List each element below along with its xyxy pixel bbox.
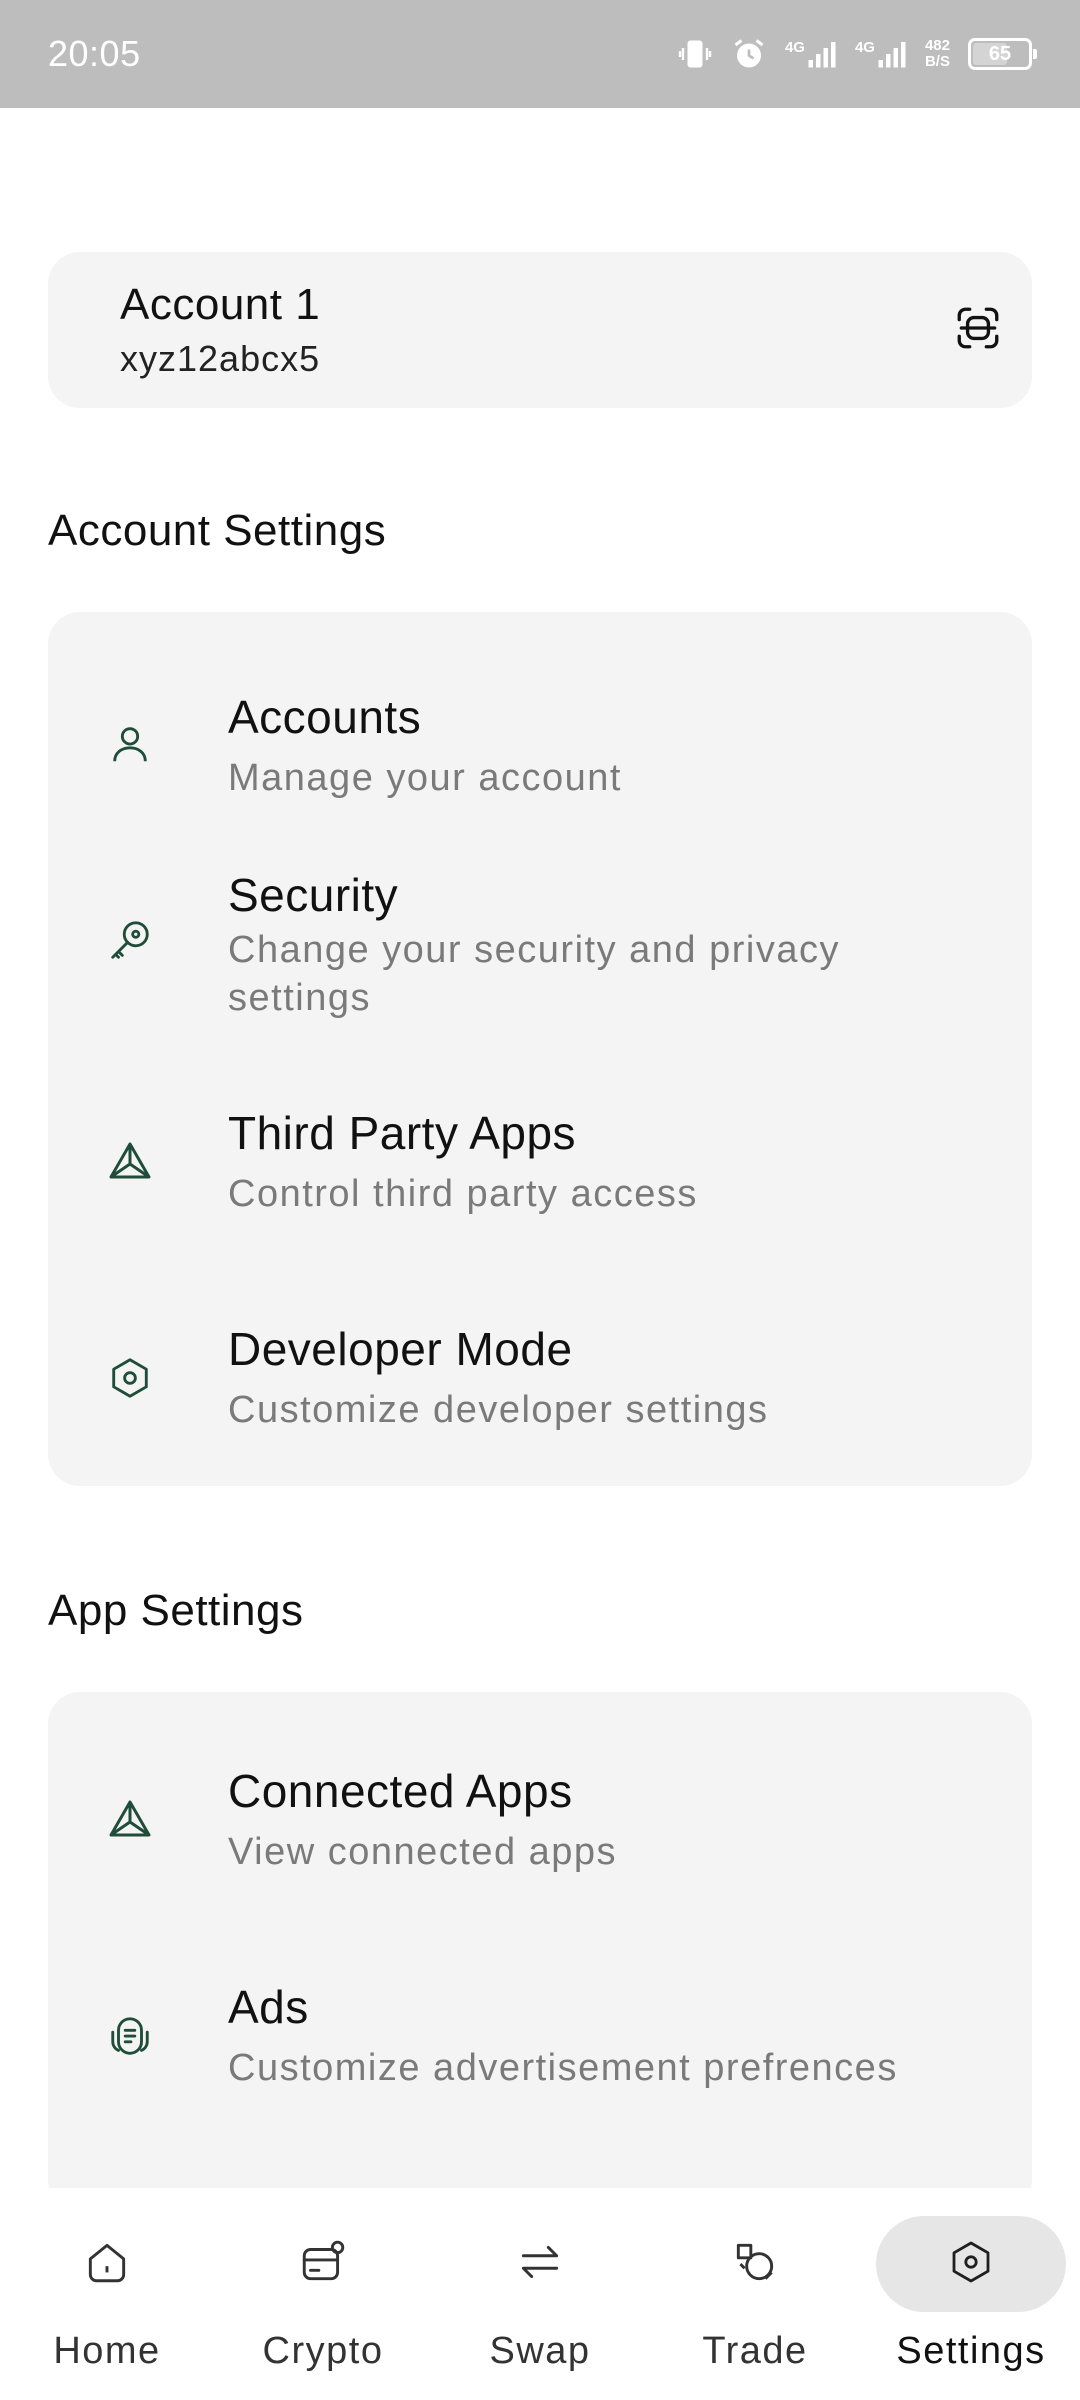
status-icons: 4G 4G 482 B/S 65 [677,36,1037,72]
scan-button[interactable] [946,298,1010,362]
nav-label: Settings [896,2330,1046,2372]
account-settings-title: Account Settings [48,506,387,555]
account-name: Account 1 [120,280,321,329]
nav-label: Swap [489,2330,591,2372]
nav-active-pill [876,2216,1066,2312]
settings-item-security[interactable]: Security Change your security and privac… [48,860,1032,1020]
battery-icon: 65 [968,38,1037,70]
bottom-nav: Home Crypto Swap Trade Settings [0,2188,1080,2400]
item-title: Ads [228,1981,309,2033]
item-title: Security [228,869,399,921]
triangle-apps-icon [104,1136,156,1188]
status-time: 20:05 [48,33,141,74]
item-title: Third Party Apps [228,1107,577,1159]
item-subtitle: Customize developer settings [228,1389,769,1431]
ads-icon [104,2010,156,2062]
swap-icon [515,2237,565,2292]
app-settings-card: Connected Apps View connected apps Ads C… [48,1692,1032,2212]
triangle-apps-icon [104,1794,156,1846]
signal-icon-2: 4G [855,39,907,69]
item-title: Connected Apps [228,1765,573,1817]
app-settings-title: App Settings [48,1586,304,1635]
item-subtitle: Manage your account [228,757,622,799]
settings-item-developer-mode[interactable]: Developer Mode Customize developer setti… [48,1306,1032,1456]
item-title: Accounts [228,691,422,743]
account-settings-card: Accounts Manage your account Security Ch… [48,612,1032,1486]
nav-label: Trade [702,2330,808,2372]
hexagon-gear-icon [104,1352,156,1404]
nav-settings[interactable]: Settings [876,2216,1066,2396]
settings-item-connected-apps[interactable]: Connected Apps View connected apps [48,1748,1032,1898]
item-subtitle: Change your security and privacy setting… [228,929,840,1019]
settings-item-accounts[interactable]: Accounts Manage your account [48,672,1032,822]
nav-swap[interactable]: Swap [445,2216,635,2396]
scan-icon [953,303,1003,358]
settings-item-third-party-apps[interactable]: Third Party Apps Control third party acc… [48,1090,1032,1240]
nav-home[interactable]: Home [12,2216,202,2396]
nav-crypto[interactable]: Crypto [228,2216,418,2396]
signal-icon-1: 4G [785,39,837,69]
alarm-icon [731,36,767,72]
trade-icon [730,2237,780,2292]
settings-hexagon-icon [947,2238,995,2291]
nav-label: Home [53,2330,161,2372]
crypto-card-icon [298,2237,348,2292]
item-title: Developer Mode [228,1323,573,1375]
vibrate-icon [677,36,713,72]
nav-trade[interactable]: Trade [660,2216,850,2396]
settings-item-ads[interactable]: Ads Customize advertisement prefrences [48,1964,1032,2114]
key-icon [104,914,156,966]
item-subtitle: View connected apps [228,1831,618,1873]
account-id: xyz12abcx5 [120,338,321,379]
status-bar: 20:05 4G 4G 482 B/S 65 [0,0,1080,108]
nav-label: Crypto [262,2330,384,2372]
account-card[interactable]: Account 1 xyz12abcx5 [48,252,1032,408]
item-subtitle: Customize advertisement prefrences [228,2047,898,2089]
home-icon [82,2237,132,2292]
network-speed: 482 B/S [924,37,950,70]
user-icon [104,718,156,770]
item-subtitle: Control third party access [228,1173,698,1215]
